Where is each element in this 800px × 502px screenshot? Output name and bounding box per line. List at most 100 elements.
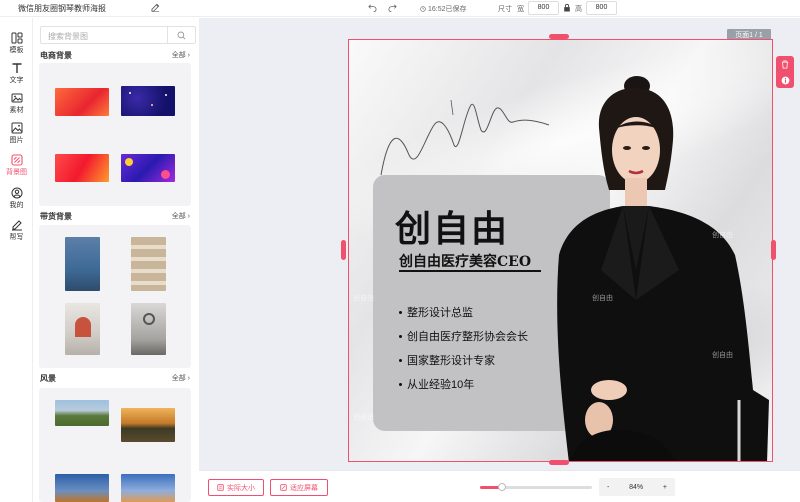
thumbnail[interactable] — [121, 474, 175, 502]
bottom-bar: 实际大小 适应屏幕 - 84% + — [199, 470, 800, 502]
text-icon — [12, 62, 21, 73]
bullet-item: 国家整形设计专家 — [399, 348, 528, 372]
section-more-link[interactable]: 全部 › — [172, 211, 190, 221]
bullet-item: 整形设计总监 — [399, 300, 528, 324]
edit-icon[interactable] — [151, 3, 160, 12]
poster-canvas[interactable]: 创自由 创自由医疗美容CEO 整形设计总监 创自由医疗整形协会会长 国家整形设计… — [348, 39, 773, 462]
info-icon[interactable] — [781, 76, 790, 85]
bullet-dot — [399, 334, 402, 338]
resize-handle-right[interactable] — [771, 240, 776, 260]
rail-item-material[interactable]: 素材 — [0, 88, 33, 118]
bullet-text: 创自由医疗整形协会会长 — [407, 331, 528, 343]
rail-label: 背景图 — [6, 168, 27, 176]
thumbnail[interactable] — [121, 154, 175, 182]
poster-subtitle[interactable]: 创自由医疗美容CEO — [399, 251, 531, 271]
width-input[interactable]: 800 — [528, 1, 559, 15]
thumbnail[interactable] — [131, 237, 166, 291]
bullet-dot — [399, 310, 402, 314]
rail-label: 我的 — [9, 201, 24, 209]
watermark: 创自由 — [592, 295, 613, 302]
chevron-right-icon: › — [187, 213, 190, 220]
watermark: 创自由 — [353, 295, 374, 302]
user-icon — [11, 187, 22, 198]
rail-label: 图片 — [9, 136, 24, 144]
bullet-text: 国家整形设计专家 — [407, 355, 495, 367]
thumbnail[interactable] — [121, 408, 175, 442]
zoom-in-button[interactable]: + — [663, 484, 667, 491]
fit-screen-icon — [280, 484, 287, 491]
bullet-dot — [399, 358, 402, 362]
rail-label: 文字 — [9, 76, 24, 84]
thumbnail[interactable] — [55, 88, 109, 116]
section-title: 风景 — [40, 374, 56, 383]
thumbnail[interactable] — [131, 303, 166, 355]
resize-handle-top[interactable] — [549, 34, 569, 39]
lock-icon[interactable] — [563, 3, 571, 12]
thumbnail[interactable] — [55, 400, 109, 426]
actual-size-button[interactable]: 实际大小 — [208, 479, 264, 496]
thumbnail[interactable] — [65, 303, 100, 355]
save-status-text: 16:52已保存 — [428, 6, 467, 13]
canvas-side-tools — [776, 56, 794, 88]
trash-icon[interactable] — [781, 60, 789, 69]
document-title[interactable]: 微信朋友圈钢琴教师海报 — [18, 3, 106, 14]
clock-icon — [420, 6, 426, 12]
search-input[interactable]: 搜索背景图 — [40, 26, 196, 44]
template-icon — [11, 32, 22, 43]
section-box — [39, 225, 191, 368]
resize-handle-bottom[interactable] — [549, 460, 569, 465]
section-title: 电商背景 — [40, 51, 72, 60]
background-panel: 搜索背景图 电商背景 全部 › 带货背景 全部 › 风景 全部 › — [34, 18, 198, 502]
section-more-link[interactable]: 全部 › — [172, 373, 190, 383]
section-box — [39, 63, 191, 206]
thumbnail[interactable] — [65, 237, 100, 291]
section-more-link[interactable]: 全部 › — [172, 50, 190, 60]
bullet-text: 整形设计总监 — [407, 307, 473, 319]
bullet-item: 创自由医疗整形协会会长 — [399, 324, 528, 348]
zoom-control: - 84% + — [599, 478, 675, 496]
redo-icon[interactable] — [388, 3, 397, 12]
section-box — [39, 388, 191, 502]
rail-item-image[interactable]: 图片 — [0, 118, 33, 148]
height-label: 高 — [575, 6, 582, 13]
bullet-item: 从业经验10年 — [399, 372, 528, 396]
resize-handle-left[interactable] — [341, 240, 346, 260]
save-status: 16:52已保存 — [420, 4, 467, 14]
watermark: 创自由 — [353, 414, 374, 421]
search-button[interactable] — [167, 27, 195, 43]
rail-item-text[interactable]: 文字 — [0, 58, 33, 88]
actual-size-label: 实际大小 — [227, 484, 255, 492]
size-label: 尺寸 — [498, 6, 512, 13]
rail-item-write[interactable]: 帮写 — [0, 215, 33, 245]
rail-item-mine[interactable]: 我的 — [0, 183, 33, 213]
search-placeholder: 搜索背景图 — [48, 32, 88, 41]
fit-screen-button[interactable]: 适应屏幕 — [270, 479, 328, 496]
search-icon — [177, 31, 186, 39]
poster-title[interactable]: 创自由 — [395, 200, 509, 252]
bullet-text: 从业经验10年 — [407, 379, 475, 391]
subtitle-underline — [399, 270, 541, 272]
rail-item-background[interactable]: 背景图 — [0, 150, 33, 180]
thumbnail[interactable] — [121, 86, 175, 116]
bullet-dot — [399, 382, 402, 386]
height-input[interactable]: 800 — [586, 1, 617, 15]
thumbnail[interactable] — [55, 154, 109, 182]
image-icon — [11, 122, 22, 133]
zoom-slider[interactable] — [480, 483, 592, 491]
thumbnail[interactable] — [55, 474, 109, 502]
rail-item-template[interactable]: 模板 — [0, 28, 33, 58]
rail-label: 素材 — [9, 106, 24, 114]
watermark: 创自由 — [712, 232, 733, 239]
zoom-out-button[interactable]: - — [607, 484, 609, 491]
material-icon — [11, 93, 22, 102]
section-more-label: 全部 — [171, 375, 186, 382]
width-label: 宽 — [517, 6, 524, 13]
zoom-slider-knob[interactable] — [498, 483, 507, 491]
undo-icon[interactable] — [368, 3, 377, 12]
rail-label: 模板 — [9, 46, 24, 54]
actual-size-icon — [217, 484, 224, 491]
section-more-label: 全部 — [171, 52, 186, 59]
bullet-list[interactable]: 整形设计总监 创自由医疗整形协会会长 国家整形设计专家 从业经验10年 — [399, 300, 528, 396]
section-title: 带货背景 — [40, 212, 72, 221]
left-rail: 模板 文字 素材 图片 背景图 我的 帮写 — [0, 18, 33, 502]
